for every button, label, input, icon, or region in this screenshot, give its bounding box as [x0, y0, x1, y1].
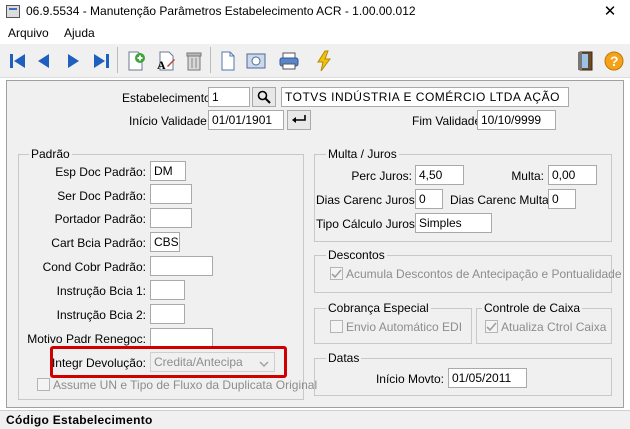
instrucao-bcia-1-label: Instrução Bcia 1:: [56, 284, 146, 298]
atualiza-caixa-checkbox[interactable]: [485, 320, 498, 333]
inicio-movto-label: Início Movto:: [375, 372, 444, 386]
datas-title: Datas: [326, 351, 362, 365]
cart-bcia-label: Cart Bcia Padrão:: [51, 236, 146, 250]
fim-validade-input[interactable]: 10/10/9999: [477, 110, 556, 130]
atualiza-caixa-label: Atualiza Ctrol Caixa: [501, 320, 607, 334]
close-button[interactable]: ✕: [597, 2, 623, 22]
preview-icon[interactable]: [243, 47, 269, 74]
tipo-calculo-label: Tipo Cálculo Juros:: [316, 217, 419, 231]
instrucao-bcia-1-input[interactable]: [150, 280, 185, 300]
descontos-title: Descontos: [326, 248, 387, 262]
esp-doc-input[interactable]: DM: [150, 161, 186, 181]
checkmark-icon: [331, 269, 342, 279]
return-button[interactable]: [287, 110, 311, 130]
dias-carenc-juros-label: Dias Carenc Juros:: [316, 193, 419, 207]
perc-juros-input[interactable]: 4,50: [415, 165, 464, 185]
inicio-validade-input[interactable]: 01/01/1901: [208, 110, 284, 130]
esp-doc-label: Esp Doc Padrão:: [55, 165, 146, 179]
envio-edi-label: Envio Automático EDI: [346, 320, 463, 334]
previous-record-icon[interactable]: [31, 47, 57, 74]
dias-carenc-juros-input[interactable]: 0: [415, 189, 443, 209]
envio-edi-checkbox[interactable]: [330, 320, 343, 333]
print-icon[interactable]: [276, 47, 302, 74]
toolbar-separator: [210, 47, 211, 73]
empresa-nome-field: TOTVS INDÚSTRIA E COMÉRCIO LTDA AÇÃO: [281, 87, 569, 107]
cobranca-especial-title: Cobrança Especial: [326, 301, 431, 315]
toolbar-separator: [117, 47, 118, 73]
multa-input[interactable]: 0,00: [548, 165, 597, 185]
return-icon: [292, 115, 306, 123]
perc-juros-label: Perc Juros:: [351, 169, 412, 183]
motivo-renegoc-input[interactable]: [150, 328, 213, 348]
portador-label: Portador Padrão:: [54, 212, 146, 226]
instrucao-bcia-2-input[interactable]: [150, 304, 185, 324]
lightning-icon[interactable]: [311, 47, 337, 74]
estabelecimento-label: Estabelecimento:: [122, 91, 215, 105]
acumula-descontos-label: Acumula Descontos de Antecipação e Pontu…: [346, 267, 622, 281]
search-icon: [257, 90, 271, 104]
inicio-movto-input[interactable]: 01/05/2011: [448, 368, 527, 388]
inicio-validade-label: Início Validade:: [129, 114, 211, 128]
assume-un-checkbox[interactable]: [37, 378, 50, 391]
edit-record-icon[interactable]: A: [153, 47, 179, 74]
menu-ajuda[interactable]: Ajuda: [64, 26, 95, 40]
multa-label: Multa:: [511, 169, 544, 183]
motivo-renegoc-label: Motivo Padr Renegoc:: [27, 332, 146, 346]
padrao-title: Padrão: [29, 147, 72, 161]
tipo-calculo-input[interactable]: Simples: [415, 213, 492, 233]
acumula-descontos-checkbox[interactable]: [330, 267, 343, 280]
controle-caixa-title: Controle de Caixa: [482, 301, 583, 315]
dias-carenc-multa-input[interactable]: 0: [548, 189, 576, 209]
checkmark-icon: [486, 322, 497, 332]
assume-un-label: Assume UN e Tipo de Fluxo da Duplicata O…: [53, 378, 318, 392]
window-title: 06.9.5534 - Manutenção Parâmetros Estabe…: [26, 4, 416, 18]
svg-text:A: A: [157, 58, 166, 72]
portador-input[interactable]: [150, 208, 192, 228]
status-text: Código Estabelecimento: [6, 413, 153, 427]
estabelecimento-input[interactable]: 1: [208, 87, 250, 107]
svg-text:?: ?: [610, 53, 619, 69]
cond-cobr-label: Cond Cobr Padrão:: [42, 260, 146, 274]
ser-doc-input[interactable]: [150, 184, 192, 204]
menu-arquivo[interactable]: Arquivo: [8, 26, 49, 40]
cart-bcia-input[interactable]: CBS: [150, 232, 180, 252]
document-icon[interactable]: [215, 47, 241, 74]
cond-cobr-input[interactable]: [150, 256, 213, 276]
app-icon: [6, 5, 20, 18]
fim-validade-label: Fim Validade:: [412, 114, 485, 128]
exit-icon[interactable]: [573, 47, 599, 74]
delete-record-icon[interactable]: [181, 47, 207, 74]
last-record-icon[interactable]: [88, 47, 114, 74]
dias-carenc-multa-label: Dias Carenc Multa:: [450, 193, 553, 207]
multa-juros-title: Multa / Juros: [326, 147, 399, 161]
help-icon[interactable]: ?: [601, 47, 627, 74]
add-record-icon[interactable]: [123, 47, 149, 74]
highlight-box: [50, 346, 287, 378]
instrucao-bcia-2-label: Instrução Bcia 2:: [56, 308, 146, 322]
ser-doc-label: Ser Doc Padrão:: [57, 189, 146, 203]
first-record-icon[interactable]: [5, 47, 31, 74]
next-record-icon[interactable]: [60, 47, 86, 74]
search-button[interactable]: [252, 87, 276, 107]
